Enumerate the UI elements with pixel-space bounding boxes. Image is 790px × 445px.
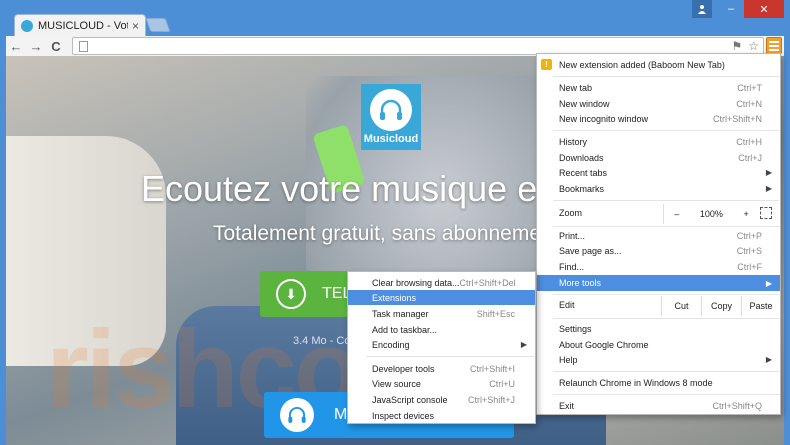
close-window-button[interactable]: ✕ (744, 0, 784, 18)
zoom-in-button[interactable]: + (743, 209, 748, 219)
user-icon[interactable] (692, 0, 712, 18)
new-tab-button[interactable] (145, 18, 171, 32)
hamburger-icon (769, 40, 779, 43)
title-bar: MUSICLOUD - Votre musi × – ✕ (0, 0, 790, 36)
menu-item-extension-notice[interactable]: ! New extension added (Baboom New Tab) (537, 57, 780, 72)
chrome-menu: ! New extension added (Baboom New Tab) N… (536, 53, 781, 415)
chevron-right-icon: ▶ (765, 355, 772, 364)
zoom-out-button[interactable]: – (674, 209, 679, 219)
chevron-right-icon: ▶ (765, 278, 772, 288)
zoom-row: Zoom – 100% + (537, 204, 780, 224)
menu-divider (553, 371, 779, 372)
reload-icon[interactable]: C (46, 39, 66, 54)
menu-item-recent-tabs[interactable]: Recent tabs ▶ (537, 165, 780, 180)
chrome-menu-button[interactable] (766, 37, 782, 54)
extension-icon[interactable]: ⚑ (731, 39, 742, 53)
menu-divider (366, 356, 534, 357)
fullscreen-icon[interactable] (760, 207, 772, 219)
window-controls: – ✕ (692, 0, 784, 18)
menu-item-inspect-devices[interactable]: Inspect devices (348, 408, 535, 423)
menu-item-help[interactable]: Help ▶ (537, 352, 780, 367)
menu-item-task-manager[interactable]: Task manager Shift+Esc (348, 306, 535, 321)
menu-item-extensions[interactable]: Extensions (348, 290, 535, 305)
zoom-label: Zoom (559, 208, 583, 218)
menu-divider (553, 394, 779, 395)
menu-divider (553, 226, 779, 227)
menu-item-bookmarks[interactable]: Bookmarks ▶ (537, 181, 780, 196)
menu-item-about[interactable]: About Google Chrome (537, 337, 780, 352)
menu-item-exit[interactable]: Exit Ctrl+Shift+Q (537, 398, 780, 413)
menu-item-new-window[interactable]: New window Ctrl+N (537, 96, 780, 111)
zoom-level: 100% (699, 209, 723, 219)
cloud-download-icon: ⬇ (276, 279, 306, 309)
omnibox-actions: ⚑ ☆ (731, 39, 759, 53)
warning-icon: ! (541, 59, 552, 70)
menu-item-relaunch[interactable]: Relaunch Chrome in Windows 8 mode (537, 375, 780, 390)
menu-item-save-page[interactable]: Save page as... Ctrl+S (537, 243, 780, 258)
browser-window: MUSICLOUD - Votre musi × – ✕ ← → C ⚑ ☆ (0, 0, 790, 445)
menu-item-print[interactable]: Print... Ctrl+P (537, 228, 780, 243)
page-subheadline: Totalement gratuit, sans abonneme (213, 222, 542, 245)
tab-title: MUSICLOUD - Votre musi (38, 19, 128, 32)
chevron-right-icon: ▶ (765, 168, 772, 177)
menu-item-view-source[interactable]: View source Ctrl+U (348, 376, 535, 391)
menu-item-developer-tools[interactable]: Developer tools Ctrl+Shift+I (348, 361, 535, 376)
menu-divider (553, 130, 779, 131)
headphones-icon (370, 89, 412, 131)
logo-text: Musicloud (363, 133, 419, 145)
menu-item-new-tab[interactable]: New tab Ctrl+T (537, 80, 780, 95)
menu-item-history[interactable]: History Ctrl+H (537, 134, 780, 149)
chevron-right-icon: ▶ (765, 184, 772, 193)
zoom-controls: – 100% + (663, 204, 759, 224)
menu-item-add-to-taskbar[interactable]: Add to taskbar... (348, 322, 535, 337)
menu-item-downloads[interactable]: Downloads Ctrl+J (537, 150, 780, 165)
menu-item-find[interactable]: Find... Ctrl+F (537, 259, 780, 274)
menu-item-more-tools[interactable]: More tools ▶ (537, 275, 780, 291)
more-tools-submenu: Clear browsing data... Ctrl+Shift+Del Ext… (347, 271, 536, 424)
headphones-icon (280, 398, 314, 432)
musicloud-favicon-icon (21, 19, 33, 32)
menu-item-clear-browsing-data[interactable]: Clear browsing data... Ctrl+Shift+Del (348, 275, 535, 290)
page-icon (79, 41, 88, 52)
forward-arrow-icon[interactable]: → (26, 39, 46, 54)
menu-divider (553, 76, 779, 77)
chevron-right-icon: ▶ (520, 340, 527, 349)
menu-item-new-incognito[interactable]: New incognito window Ctrl+Shift+N (537, 111, 780, 126)
tab-musicloud[interactable]: MUSICLOUD - Votre musi × (14, 14, 146, 36)
page-headline: Ecoutez votre musique e (141, 168, 538, 209)
edit-row: Edit Cut Copy Paste (537, 296, 780, 316)
minimize-button[interactable]: – (718, 0, 744, 18)
menu-item-encoding[interactable]: Encoding ▶ (348, 337, 535, 352)
back-arrow-icon[interactable]: ← (6, 39, 26, 54)
cut-button[interactable]: Cut (661, 296, 701, 316)
copy-button[interactable]: Copy (701, 296, 741, 316)
menu-divider (553, 294, 779, 295)
file-size-note: 3.4 Mo - Cor (293, 335, 355, 347)
musicloud-logo[interactable]: Musicloud (361, 84, 421, 150)
menu-divider (553, 200, 779, 201)
bookmark-star-icon[interactable]: ☆ (748, 39, 759, 53)
menu-divider (553, 318, 779, 319)
menu-item-javascript-console[interactable]: JavaScript console Ctrl+Shift+J (348, 392, 535, 407)
tab-close-icon[interactable]: × (132, 19, 139, 33)
menu-item-settings[interactable]: Settings (537, 321, 780, 336)
edit-label: Edit (559, 300, 575, 310)
paste-button[interactable]: Paste (741, 296, 780, 316)
